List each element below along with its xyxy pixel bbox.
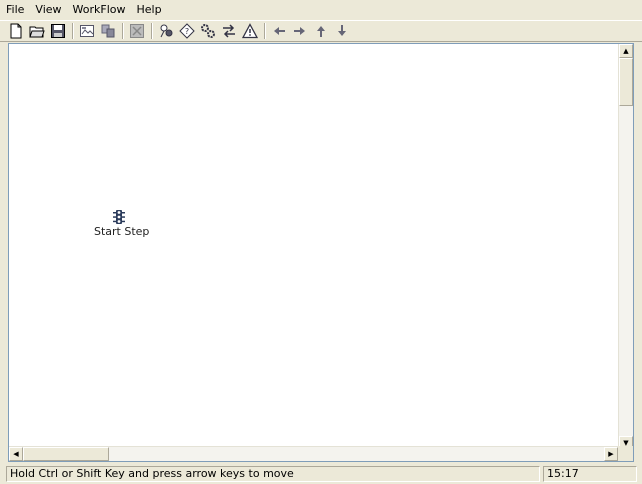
workflow-canvas[interactable]: Start Step xyxy=(9,44,618,450)
arrow-up-icon xyxy=(317,26,325,37)
warning-icon xyxy=(242,23,258,39)
toolbar-separator xyxy=(264,23,266,39)
toolbar-separator xyxy=(151,23,153,39)
menu-workflow[interactable]: WorkFlow xyxy=(67,0,131,19)
scroll-right-button[interactable]: ▶ xyxy=(604,447,618,461)
delete-button[interactable] xyxy=(127,21,147,41)
open-button[interactable] xyxy=(27,21,47,41)
status-message: Hold Ctrl or Shift Key and press arrow k… xyxy=(6,466,540,482)
workflow-canvas-frame: Start Step ▲ ▼ ◀ ▶ xyxy=(8,43,634,462)
toolbar-separator xyxy=(72,23,74,39)
horizontal-scrollbar[interactable]: ◀ ▶ xyxy=(9,446,618,461)
scroll-left-arrow-icon: ◀ xyxy=(13,449,19,458)
menu-bar: File View WorkFlow Help xyxy=(0,0,642,19)
scrollbar-corner xyxy=(618,446,633,461)
menu-file[interactable]: File xyxy=(0,0,29,19)
scroll-left-button[interactable]: ◀ xyxy=(9,447,23,461)
save-button[interactable] xyxy=(48,21,68,41)
settings-button[interactable] xyxy=(198,21,218,41)
vertical-scroll-thumb[interactable] xyxy=(619,58,633,106)
arrow-down-icon xyxy=(338,25,346,36)
svg-text:?: ? xyxy=(185,27,189,36)
copy-button[interactable] xyxy=(98,21,118,41)
settings-icon xyxy=(201,24,215,38)
new-file-icon xyxy=(10,23,22,39)
move-right-button[interactable] xyxy=(290,21,310,41)
menu-help[interactable]: Help xyxy=(131,0,167,19)
move-up-button[interactable] xyxy=(311,21,331,41)
validate-button[interactable]: ? xyxy=(177,21,197,41)
open-folder-icon xyxy=(29,26,45,38)
start-step-label: Start Step xyxy=(94,225,150,238)
save-icon xyxy=(51,24,65,38)
scroll-up-button[interactable]: ▲ xyxy=(619,44,633,58)
delete-icon xyxy=(130,24,144,38)
move-down-button[interactable] xyxy=(332,21,352,41)
vertical-scrollbar[interactable]: ▲ ▼ xyxy=(618,44,633,450)
toolbar-separator xyxy=(122,23,124,39)
scroll-up-arrow-icon: ▲ xyxy=(623,46,629,55)
print-preview-icon xyxy=(80,25,94,37)
start-step-node[interactable]: Start Step xyxy=(94,210,150,238)
status-time: 15:17 xyxy=(543,466,637,482)
copy-icon xyxy=(101,24,115,38)
status-bar: Hold Ctrl or Shift Key and press arrow k… xyxy=(0,465,642,484)
arrow-right-icon xyxy=(294,27,305,35)
transition-icon xyxy=(223,24,235,38)
horizontal-scroll-thumb[interactable] xyxy=(23,447,109,461)
warning-button[interactable] xyxy=(240,21,260,41)
toolbar: ? xyxy=(0,20,642,42)
menu-view[interactable]: View xyxy=(29,0,66,19)
scroll-right-arrow-icon: ▶ xyxy=(608,449,614,458)
new-file-button[interactable] xyxy=(6,21,26,41)
move-left-button[interactable] xyxy=(269,21,289,41)
validate-icon: ? xyxy=(179,23,195,39)
transition-button[interactable] xyxy=(219,21,239,41)
arrow-left-icon xyxy=(274,27,285,35)
add-step-button[interactable] xyxy=(156,21,176,41)
add-step-icon xyxy=(160,24,173,38)
start-step-icon xyxy=(113,210,125,224)
print-preview-button[interactable] xyxy=(77,21,97,41)
